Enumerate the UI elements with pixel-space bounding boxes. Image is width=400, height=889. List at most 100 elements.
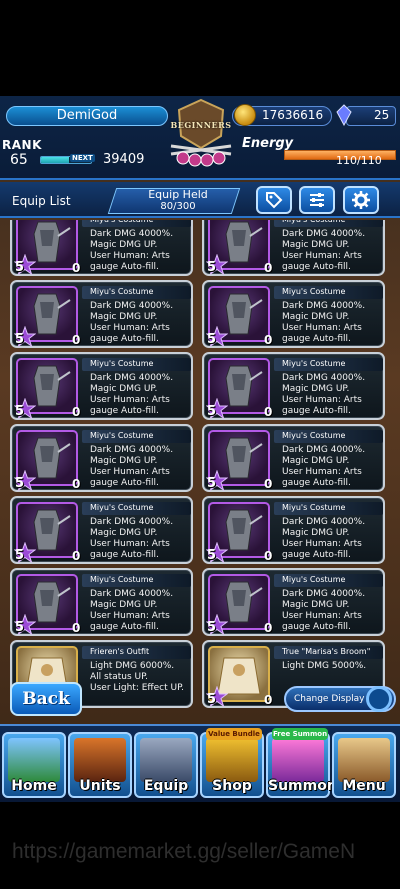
equip-card-desc-line: gauge Auto-fill. (282, 478, 351, 488)
bottom-nav: Home Units Equip Value Bundle Shop Free … (0, 724, 400, 802)
equip-card-desc-line: Magic DMG UP. (282, 384, 350, 394)
emblem-icon (170, 98, 232, 167)
nav-shop[interactable]: Value Bundle Shop (200, 728, 264, 798)
nav-units[interactable]: Units (68, 732, 132, 798)
rarity-value: 5 (207, 620, 217, 635)
equip-name: Miyu's Costume (282, 431, 346, 440)
book-icon (338, 738, 390, 782)
equip-card-desc-line: User Human: Arts (90, 251, 170, 261)
equip-held-label: Equip Held (148, 188, 208, 201)
equip-card[interactable]: 5 0 Miyu's Costume Dark DMG 4000%.Magic … (202, 280, 385, 348)
watermark: https://gamemarket.gg/seller/GameN (12, 840, 356, 863)
gem-value: 25 (374, 108, 390, 122)
equip-description: Light DMG 5000%. (282, 661, 386, 672)
equip-card-desc-line: User Human: Arts (90, 395, 170, 405)
equip-level: 0 (72, 477, 81, 491)
equip-card-desc-line: Magic DMG UP. (282, 528, 350, 538)
emblem-text: BEGINNERS (170, 120, 232, 130)
equip-description: Dark DMG 4000%. Magic DMG UP. User Human: … (282, 373, 386, 417)
nav-summon[interactable]: Free Summon Summon (266, 728, 337, 798)
equip-card-desc-line: Dark DMG 4000%. (282, 589, 366, 599)
equip-card[interactable]: 5 0 Miyu's Costume Dark DMG 4000%.Magic … (202, 496, 385, 564)
change-display-label: Change Display (294, 694, 365, 704)
rarity-value: 5 (15, 620, 25, 635)
equip-card-desc-line: All status UP. (90, 672, 149, 682)
equip-card[interactable]: 5 0 Miyu's Costume Dark DMG 4000%.Magic … (202, 220, 385, 276)
equip-card-desc-line: gauge Auto-fill. (90, 334, 159, 344)
equip-card-desc-line: Magic DMG UP. (282, 600, 350, 610)
equip-card-desc-line: gauge Auto-fill. (282, 406, 351, 416)
filter-button[interactable] (299, 186, 335, 214)
energy-label: Energy (242, 136, 294, 151)
equip-card[interactable]: 5 0 Miyu's Costume Dark DMG 4000%.Magic … (10, 568, 193, 636)
equip-card-desc-line: User Human: Arts (282, 395, 362, 405)
equip-level: 0 (264, 333, 273, 347)
rarity-value: 5 (15, 260, 25, 275)
equip-card-desc-line: User Human: Arts (282, 539, 362, 549)
equip-card-desc-line: Light DMG 6000%. (90, 661, 175, 671)
equip-card-desc-line: Dark DMG 4000%. (90, 229, 174, 239)
equip-card-desc-line: User Light: Effect UP. (90, 683, 184, 693)
equip-grid: 5 0 Miyu's Costume Dark DMG 4000%.Magic … (0, 220, 400, 710)
house-icon (8, 738, 60, 782)
equip-description: Dark DMG 4000%. Magic DMG UP. User Human: … (90, 373, 194, 417)
change-display-button[interactable]: Change Display (284, 686, 396, 712)
equip-card-desc-line: User Human: Arts (282, 251, 362, 261)
equip-card-desc-line: Magic DMG UP. (90, 384, 158, 394)
nav-home[interactable]: Home (2, 732, 66, 798)
equip-card-desc-line: User Human: Arts (90, 611, 170, 621)
equip-card[interactable]: 5 0 Miyu's Costume Dark DMG 4000%.Magic … (10, 220, 193, 276)
equip-level: 0 (72, 549, 81, 563)
equip-name: Miyu's Costume (90, 503, 154, 512)
gem-icon (336, 104, 352, 126)
equip-description: Dark DMG 4000%. Magic DMG UP. User Human: … (90, 229, 194, 273)
rarity-value: 5 (207, 404, 217, 419)
equip-card[interactable]: 5 0 Miyu's Costume Dark DMG 4000%.Magic … (10, 496, 193, 564)
equip-description: Dark DMG 4000%. Magic DMG UP. User Human: … (282, 589, 386, 633)
rarity-value: 5 (15, 548, 25, 563)
equip-description: Dark DMG 4000%. Magic DMG UP. User Human: … (282, 229, 386, 273)
beginners-emblem[interactable]: BEGINNERS (163, 96, 239, 180)
equip-card-desc-line: User Human: Arts (282, 323, 362, 333)
equip-card-desc-line: User Human: Arts (90, 467, 170, 477)
back-button[interactable]: Back (10, 682, 82, 716)
equip-name: Miyu's Costume (90, 359, 154, 368)
equip-card-desc-line: Magic DMG UP. (90, 600, 158, 610)
player-name[interactable]: DemiGod (6, 106, 168, 126)
nav-label: Units (79, 778, 121, 794)
equip-card[interactable]: 5 0 Miyu's Costume Dark DMG 4000%.Magic … (202, 352, 385, 420)
settings-button[interactable] (343, 186, 379, 214)
equip-card-desc-line: Dark DMG 4000%. (90, 445, 174, 455)
equip-card-desc-line: Magic DMG UP. (282, 456, 350, 466)
equip-card-desc-line: User Human: Arts (282, 467, 362, 477)
equip-level: 0 (72, 261, 81, 275)
equip-card-desc-line: Light DMG 5000%. (282, 661, 367, 671)
equip-card-desc-line: Magic DMG UP. (282, 312, 350, 322)
equip-card-desc-line: gauge Auto-fill. (90, 622, 159, 632)
equip-card[interactable]: 5 0 Miyu's Costume Dark DMG 4000%.Magic … (10, 352, 193, 420)
equip-card-desc-line: Dark DMG 4000%. (282, 229, 366, 239)
equip-card-desc-line: gauge Auto-fill. (282, 622, 351, 632)
equip-card-desc-line: Dark DMG 4000%. (282, 445, 366, 455)
equip-card-desc-line: User Human: Arts (90, 323, 170, 333)
equip-card-desc-line: gauge Auto-fill. (90, 262, 159, 272)
equip-card[interactable]: 5 0 Miyu's Costume Dark DMG 4000%.Magic … (10, 280, 193, 348)
equip-name: Miyu's Costume (90, 287, 154, 296)
equip-card-desc-line: Magic DMG UP. (90, 528, 158, 538)
equip-card[interactable]: 5 0 Miyu's Costume Dark DMG 4000%.Magic … (202, 568, 385, 636)
equip-description: Light DMG 6000%. All status UP. User Light… (90, 661, 194, 694)
equip-card-desc-line: Dark DMG 4000%. (282, 517, 366, 527)
equip-level: 0 (72, 333, 81, 347)
equip-card[interactable]: 5 0 Miyu's Costume Dark DMG 4000%.Magic … (10, 424, 193, 492)
nav-menu[interactable]: Menu (332, 732, 396, 798)
equip-name: Frieren's Outfit (90, 647, 150, 656)
gold-coin-icon (234, 104, 256, 126)
equip-card[interactable]: 5 0 Miyu's Costume Dark DMG 4000%.Magic … (202, 424, 385, 492)
equip-description: Dark DMG 4000%. Magic DMG UP. User Human: … (90, 445, 194, 489)
nav-equip[interactable]: Equip (134, 732, 198, 798)
nav-label: Menu (342, 778, 386, 794)
equip-name: Miyu's Costume (282, 359, 346, 368)
gear-icon (352, 191, 370, 209)
equip-name: Miyu's Costume (90, 575, 154, 584)
tag-button[interactable] (256, 186, 292, 214)
